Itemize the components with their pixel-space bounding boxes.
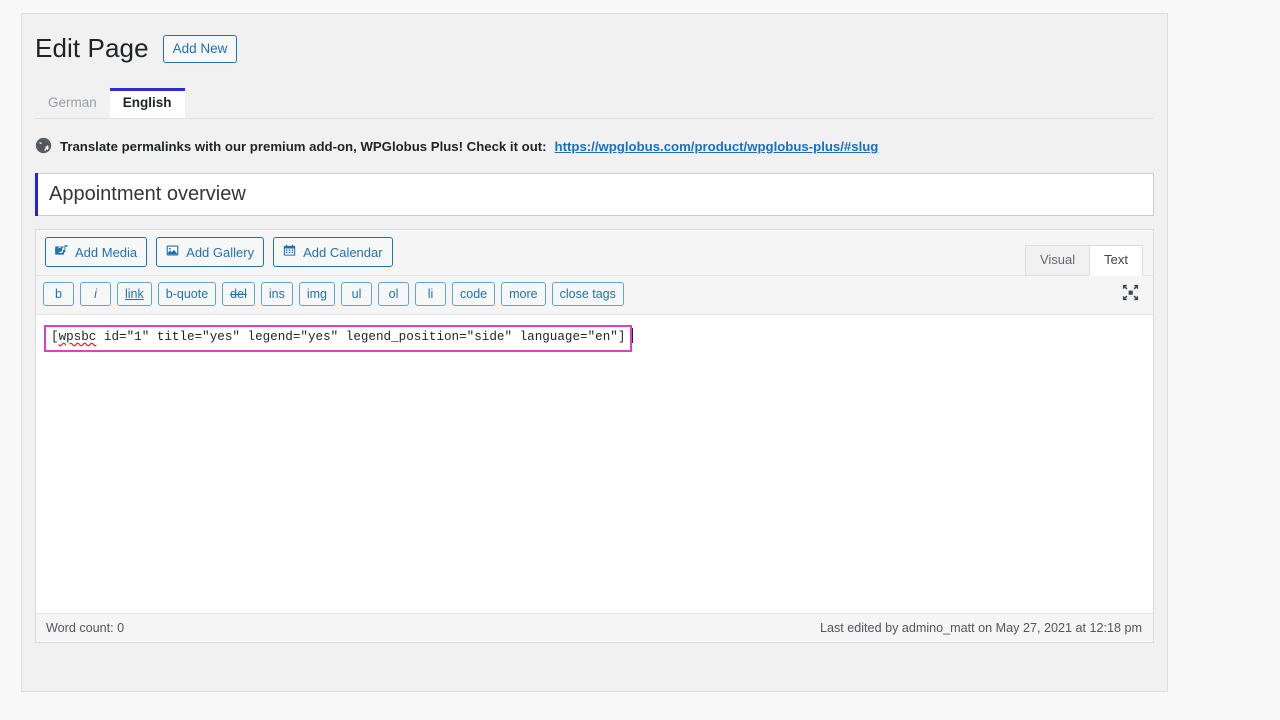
- add-media-label: Add Media: [75, 245, 137, 260]
- content-textarea[interactable]: [wpsbc id="1" title="yes" legend="yes" l…: [36, 315, 1153, 612]
- tab-german[interactable]: German: [35, 89, 110, 118]
- quicktags-toolbar: b i link b-quote del ins img ul ol li co…: [36, 276, 1153, 315]
- media-buttons-bar: Add Media Add Gallery: [36, 230, 1153, 276]
- quicktag-ol[interactable]: ol: [378, 282, 409, 306]
- word-count: Word count: 0: [46, 621, 124, 635]
- quicktag-li[interactable]: li: [415, 282, 446, 306]
- post-title-input[interactable]: [35, 173, 1154, 216]
- shortcode-attributes: id="1" title="yes" legend="yes" legend_p…: [96, 330, 625, 344]
- wpglobus-plus-link[interactable]: https://wpglobus.com/product/wpglobus-pl…: [555, 139, 879, 154]
- page-title: Edit Page: [35, 32, 149, 66]
- page-header: Edit Page Add New: [22, 14, 1167, 66]
- shortcode-name: wpsbc: [59, 330, 97, 344]
- tab-visual[interactable]: Visual: [1025, 245, 1090, 276]
- title-focus-bar: [35, 173, 38, 216]
- tab-text[interactable]: Text: [1089, 245, 1143, 276]
- tabs-divider: [35, 118, 1154, 119]
- quicktag-ins[interactable]: ins: [261, 282, 293, 306]
- editor-footer: Word count: 0 Last edited by admino_matt…: [36, 613, 1153, 642]
- edit-page-panel: Edit Page Add New German English Transla…: [21, 13, 1168, 692]
- quicktag-b[interactable]: b: [43, 282, 74, 306]
- content-editor: Add Media Add Gallery: [35, 229, 1154, 643]
- quicktag-del[interactable]: del: [222, 282, 255, 306]
- quicktag-img[interactable]: img: [299, 282, 335, 306]
- add-media-button[interactable]: Add Media: [45, 237, 147, 267]
- quicktag-b-quote[interactable]: b-quote: [158, 282, 216, 306]
- quicktag-close-tags[interactable]: close tags: [552, 282, 624, 306]
- distraction-free-icon[interactable]: [1117, 280, 1143, 306]
- text-cursor: [632, 328, 633, 343]
- wpglobus-notice: Translate permalinks with our premium ad…: [35, 137, 1167, 157]
- last-edited-info: Last edited by admino_matt on May 27, 20…: [820, 621, 1142, 635]
- quicktag-code[interactable]: code: [452, 282, 495, 306]
- globe-icon: [35, 137, 52, 157]
- add-calendar-button[interactable]: Add Calendar: [273, 237, 393, 267]
- add-gallery-label: Add Gallery: [186, 245, 254, 260]
- quicktag-i[interactable]: i: [80, 282, 111, 306]
- tab-english[interactable]: English: [110, 88, 185, 118]
- shortcode-highlight[interactable]: [wpsbc id="1" title="yes" legend="yes" l…: [44, 325, 632, 352]
- add-calendar-label: Add Calendar: [303, 245, 383, 260]
- quicktag-more[interactable]: more: [501, 282, 545, 306]
- quicktag-ul[interactable]: ul: [341, 282, 372, 306]
- add-gallery-button[interactable]: Add Gallery: [156, 237, 264, 267]
- add-new-button[interactable]: Add New: [163, 35, 238, 64]
- shortcode-open-bracket: [: [51, 330, 59, 344]
- editor-mode-tabs: Visual Text: [1026, 245, 1143, 276]
- notice-text: Translate permalinks with our premium ad…: [60, 139, 547, 154]
- gallery-icon: [165, 243, 180, 261]
- add-media-icon: [54, 243, 69, 261]
- title-field-wrap: [35, 173, 1154, 216]
- calendar-icon: [282, 243, 297, 261]
- language-tabs: German English: [35, 88, 1167, 118]
- quicktag-link[interactable]: link: [117, 282, 152, 306]
